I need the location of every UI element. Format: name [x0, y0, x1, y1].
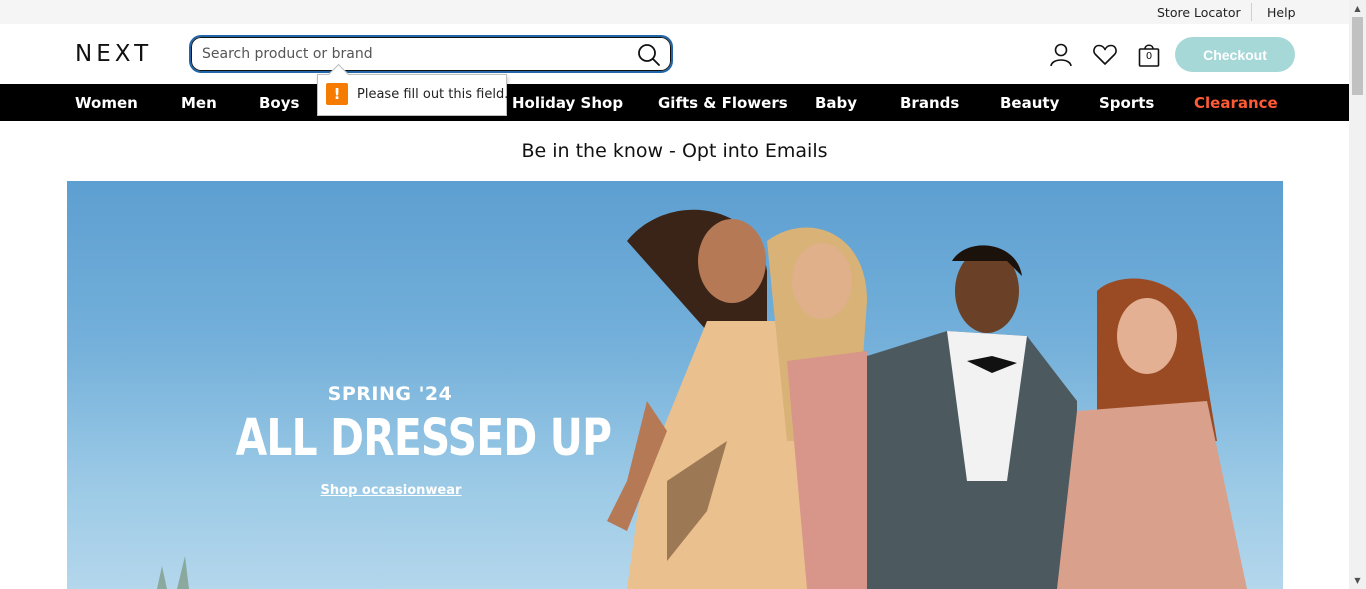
bag-icon[interactable]: 0 — [1136, 42, 1162, 68]
utility-divider — [1251, 3, 1252, 21]
scrollbar-thumb[interactable] — [1352, 17, 1363, 95]
user-icon[interactable] — [1048, 42, 1074, 68]
scroll-up-icon[interactable]: ▲ — [1349, 0, 1366, 17]
next-logo[interactable]: NEXT — [75, 41, 152, 67]
nav-item-holiday-shop[interactable]: Holiday Shop — [512, 94, 623, 112]
nav-item-gifts-flowers[interactable]: Gifts & Flowers — [658, 94, 788, 112]
hero-title: ALL DRESSED UP — [235, 409, 612, 468]
hero-eyebrow: SPRING '24 — [327, 383, 453, 405]
search-box[interactable] — [189, 35, 673, 73]
hero-banner[interactable]: SPRING '24 ALL DRESSED UP Shop occasionw… — [67, 181, 1283, 589]
heart-icon[interactable] — [1092, 42, 1118, 68]
nav-item-women[interactable]: Women — [75, 94, 138, 112]
scroll-down-icon[interactable]: ▼ — [1349, 572, 1366, 589]
search-input[interactable] — [202, 43, 622, 65]
nav-item-men[interactable]: Men — [181, 94, 217, 112]
help-link[interactable]: Help — [1267, 5, 1296, 20]
nav-item-brands[interactable]: Brands — [900, 94, 959, 112]
nav-item-beauty[interactable]: Beauty — [1000, 94, 1059, 112]
bag-count: 0 — [1145, 51, 1153, 62]
page-scrollbar[interactable]: ▲ ▼ — [1349, 0, 1366, 589]
store-locator-link[interactable]: Store Locator — [1157, 5, 1241, 20]
validation-tooltip: ! Please fill out this field. — [317, 74, 509, 116]
nav-item-clearance[interactable]: Clearance — [1194, 94, 1278, 112]
email-optin-banner[interactable]: Be in the know - Opt into Emails — [0, 140, 1349, 162]
nav-item-baby[interactable]: Baby — [815, 94, 857, 112]
validation-message: Please fill out this field. — [357, 87, 509, 102]
shop-occasionwear-link[interactable]: Shop occasionwear — [291, 483, 491, 498]
checkout-button[interactable]: Checkout — [1175, 37, 1295, 72]
page: Store Locator Help NEXT 0 Checko — [0, 0, 1366, 589]
warning-icon: ! — [326, 83, 348, 105]
nav-item-sports[interactable]: Sports — [1099, 94, 1154, 112]
search-icon[interactable] — [637, 43, 661, 67]
utility-bar: Store Locator Help — [0, 0, 1349, 24]
site-header: NEXT 0 Checkout — [0, 24, 1349, 84]
main-nav: Women Men Boys Holiday Shop Gifts & Flow… — [0, 84, 1349, 121]
nav-item-boys[interactable]: Boys — [259, 94, 299, 112]
